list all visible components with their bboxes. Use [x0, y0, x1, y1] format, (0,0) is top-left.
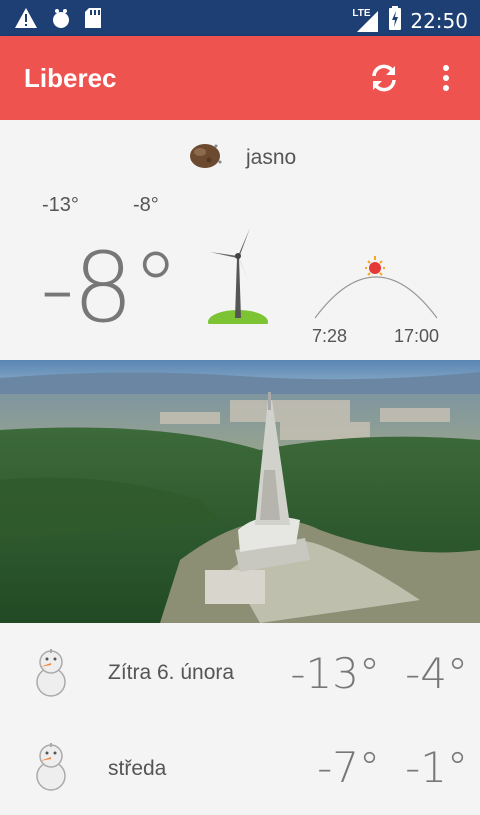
refresh-button[interactable]	[364, 58, 404, 98]
condition-label: jasno	[246, 146, 297, 169]
city-photo	[0, 360, 480, 623]
current-weather-panel: jasno -13° -8° -8° 7:28 17:00	[0, 120, 480, 360]
sunrise-time: 7:28	[312, 326, 348, 346]
temp-min-label: -13°	[42, 194, 79, 216]
moon-icon	[186, 140, 226, 177]
refresh-icon	[372, 64, 396, 92]
forecast-low-temp: -7°	[317, 743, 380, 792]
city-title: Liberec	[24, 63, 117, 93]
signal-icon: LTE	[352, 8, 380, 33]
app-bar: Liberec	[0, 36, 480, 120]
bug-icon	[50, 7, 72, 34]
snowman-icon	[26, 741, 76, 796]
wind-turbine-icon	[206, 228, 270, 334]
overflow-menu-button[interactable]	[434, 58, 458, 98]
forecast-day-label: Zítra 6. února	[108, 661, 235, 684]
forecast-row[interactable]: Zítra 6. února -13° -4°	[0, 623, 480, 719]
warning-icon	[14, 7, 38, 34]
sd-card-icon	[84, 7, 102, 34]
more-vert-icon	[443, 65, 449, 91]
forecast-low-temp: -13°	[290, 649, 380, 698]
forecast-row[interactable]: středa -7° -1°	[0, 719, 480, 815]
temp-max-label: -8°	[133, 194, 159, 216]
current-temperature: -8°	[40, 232, 180, 344]
status-bar: LTE 22:50	[0, 0, 480, 36]
sun-arc-icon	[312, 250, 440, 325]
forecast-day-label: středa	[108, 757, 167, 780]
sunset-time: 17:00	[394, 326, 440, 346]
snowman-icon	[26, 647, 76, 702]
clock: 22:50	[410, 8, 468, 33]
forecast-list: Zítra 6. února -13° -4° středa -7° -1°	[0, 623, 480, 800]
forecast-high-temp: -1°	[405, 743, 468, 792]
forecast-high-temp: -4°	[405, 649, 468, 698]
battery-charging-icon	[388, 6, 402, 35]
